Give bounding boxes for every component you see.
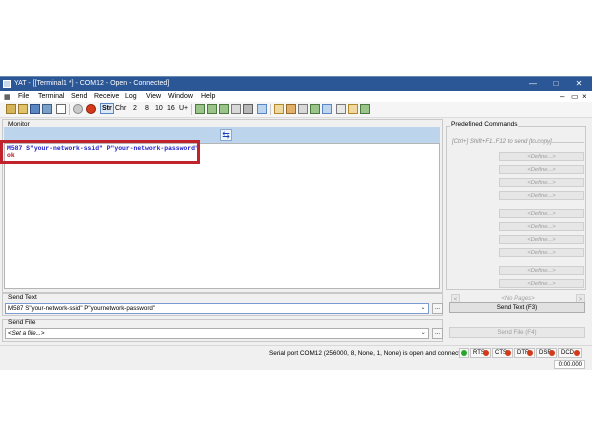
send-text-label: Send Text (8, 294, 37, 301)
menu-bar: ▦ File Terminal Send Receive Log View Wi… (0, 91, 592, 102)
send-text-input[interactable]: M587 S"your-network-ssid" P"yournetwork-… (5, 303, 429, 314)
predefined-commands-panel: Predefined Commands [Ctrl+] Shift+F1..F1… (446, 121, 586, 305)
connection-indicator (459, 348, 469, 358)
cts-indicator: CTS (492, 348, 513, 358)
radix-unicode-button[interactable]: U+ (179, 105, 188, 112)
chevron-down-icon[interactable]: ⌄ (418, 329, 428, 338)
connection-timer: 0:00.000 (554, 360, 585, 369)
send-file-label: Send File (8, 319, 36, 326)
close-icon[interactable]: ✕ (568, 77, 590, 91)
toolbar-separator (270, 104, 271, 115)
log-on-icon[interactable] (286, 104, 296, 114)
show-radix-icon[interactable] (195, 104, 205, 114)
save-all-icon[interactable] (42, 104, 52, 114)
auto-action-icon[interactable] (348, 104, 358, 114)
predefined-command-10[interactable]: <Define...> (499, 279, 584, 288)
predefined-command-2[interactable]: <Define...> (499, 165, 584, 174)
dsr-indicator: DSR (536, 348, 557, 358)
monitor-output[interactable]: M587 S"your-network-ssid" P"your-network… (4, 143, 440, 289)
rts-led-icon (483, 350, 489, 356)
open-port-icon[interactable] (73, 104, 83, 114)
mdi-minimize-icon[interactable]: – (560, 92, 564, 101)
send-text-button[interactable]: Send Text (F3) (449, 302, 585, 313)
dcd-label: DCD (561, 350, 574, 356)
menu-file[interactable]: File (18, 93, 29, 100)
log-off-icon[interactable] (298, 104, 308, 114)
dsr-led-icon (549, 350, 555, 356)
menu-window[interactable]: Window (168, 93, 193, 100)
dtr-indicator[interactable]: DTR (514, 348, 535, 358)
cts-led-icon (505, 350, 511, 356)
predefined-command-6[interactable]: <Define...> (499, 222, 584, 231)
maximize-icon[interactable]: □ (545, 77, 567, 91)
radix-2-button[interactable]: 2 (133, 105, 137, 112)
send-text-options-button[interactable]: ... (432, 303, 443, 314)
send-file-browse-button[interactable]: ... (432, 328, 443, 339)
toolbar-separator (191, 104, 192, 115)
mdi-close-icon[interactable]: × (582, 92, 587, 101)
send-file-input[interactable]: <Set a file...> ⌄ (5, 328, 429, 339)
predefined-command-8[interactable]: <Define...> (499, 248, 584, 257)
status-text: Serial port COM12 (256000, 8, None, 1, N… (269, 350, 468, 357)
minimize-icon[interactable]: — (522, 77, 544, 91)
send-text-value: M587 S"your-network-ssid" P"yournetwork-… (8, 305, 156, 312)
menu-help[interactable]: Help (201, 93, 215, 100)
close-port-icon[interactable] (86, 104, 96, 114)
title-bar: YAT - [[Terminal1 *] - COM12 - Open - Co… (0, 77, 592, 91)
filter-icon[interactable] (360, 104, 370, 114)
toolbar: Str Chr 2 8 10 16 U+ (0, 102, 592, 118)
show-time-icon[interactable] (219, 104, 229, 114)
auto-response-icon[interactable] (336, 104, 346, 114)
menu-view[interactable]: View (146, 93, 161, 100)
dcd-indicator: DCD (558, 348, 582, 358)
radix-16-button[interactable]: 16 (167, 105, 175, 112)
log-open-icon[interactable] (310, 104, 320, 114)
dcd-led-icon (574, 350, 580, 356)
window-title: YAT - [[Terminal1 *] - COM12 - Open - Co… (14, 80, 170, 87)
divider (532, 142, 584, 143)
edit-icon[interactable] (274, 104, 284, 114)
dtr-led-icon (527, 350, 533, 356)
predefined-command-9[interactable]: <Define...> (499, 266, 584, 275)
rts-indicator[interactable]: RTS (470, 348, 491, 358)
predefined-label: Predefined Commands (450, 121, 519, 128)
predefined-command-5[interactable]: <Define...> (499, 209, 584, 218)
app-icon (3, 80, 11, 88)
menu-receive[interactable]: Receive (94, 93, 119, 100)
chevron-down-icon[interactable]: ⌄ (418, 304, 428, 313)
toggle-view-icon[interactable]: ⇆ (220, 129, 232, 141)
log-folder-icon[interactable] (322, 104, 332, 114)
new-terminal-icon[interactable] (6, 104, 16, 114)
terminal-doc-icon[interactable]: ▦ (4, 93, 11, 101)
show-length-icon[interactable] (207, 104, 217, 114)
send-file-value: <Set a file...> (8, 330, 45, 337)
menu-terminal[interactable]: Terminal (38, 93, 64, 100)
find-icon[interactable] (257, 104, 267, 114)
radix-10-button[interactable]: 10 (155, 105, 163, 112)
print-icon[interactable] (243, 104, 253, 114)
radix-8-button[interactable]: 8 (145, 105, 149, 112)
toolbar-separator (69, 104, 70, 115)
terminal-settings-icon[interactable] (56, 104, 66, 114)
predefined-command-4[interactable]: <Define...> (499, 191, 584, 200)
connected-icon (461, 350, 467, 356)
predefined-command-7[interactable]: <Define...> (499, 235, 584, 244)
clear-icon[interactable] (231, 104, 241, 114)
open-folder-icon[interactable] (18, 104, 28, 114)
char-mode-button[interactable]: Chr (115, 105, 126, 112)
status-bar: Serial port COM12 (256000, 8, None, 1, N… (0, 345, 592, 370)
menu-log[interactable]: Log (125, 93, 137, 100)
send-file-button[interactable]: Send File (F4) (449, 327, 585, 338)
save-icon[interactable] (30, 104, 40, 114)
predefined-command-1[interactable]: <Define...> (499, 152, 584, 161)
predefined-command-3[interactable]: <Define...> (499, 178, 584, 187)
app-window: YAT - [[Terminal1 *] - COM12 - Open - Co… (0, 76, 592, 370)
menu-send[interactable]: Send (71, 93, 87, 100)
mdi-restore-icon[interactable]: ▭ (571, 92, 579, 101)
highlight-annotation (0, 140, 200, 164)
string-mode-button[interactable]: Str (100, 103, 114, 114)
